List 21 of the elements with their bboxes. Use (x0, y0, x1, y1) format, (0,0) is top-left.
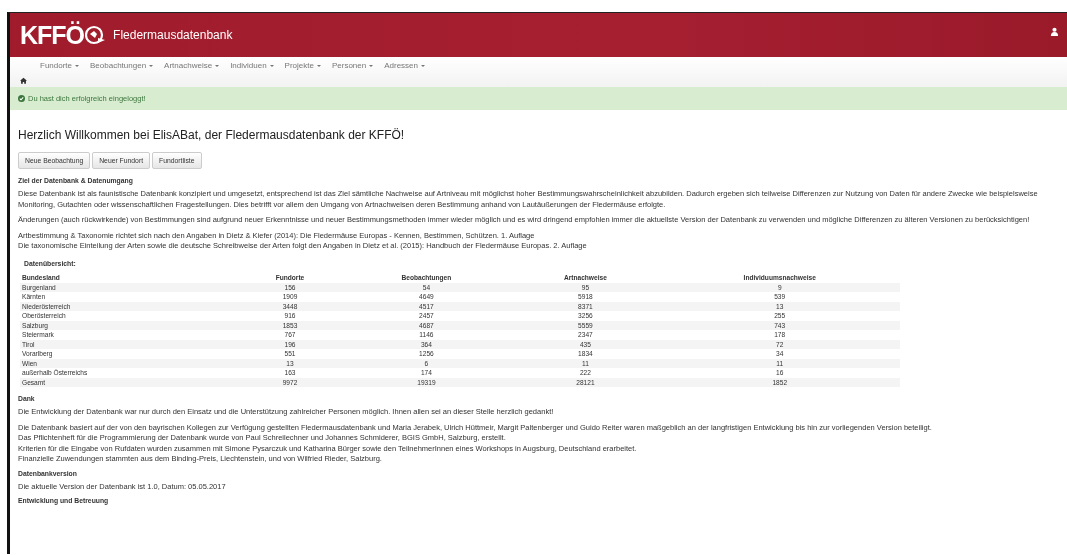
caret-icon (369, 64, 374, 67)
caret-icon (316, 64, 321, 67)
app-title: Fledermausdatenbank (113, 28, 233, 42)
check-circle-icon (18, 95, 25, 102)
home-icon[interactable] (20, 77, 27, 84)
caret-icon (149, 64, 154, 67)
user-icon[interactable] (1050, 27, 1059, 36)
nav-menu[interactable]: Adressen (384, 61, 425, 70)
nav-menu[interactable]: Personen (331, 61, 374, 70)
nav-menu[interactable]: Artnachweise (164, 61, 220, 70)
caret-icon (269, 64, 274, 67)
nav-menu[interactable]: Individuen (230, 61, 274, 70)
nav-menu[interactable]: Fundorte (40, 61, 80, 70)
logo[interactable]: KFFÖ (20, 20, 85, 50)
nav-menu[interactable]: Beobachtungen (90, 61, 154, 70)
bat-globe-icon (85, 25, 106, 45)
page-heading: Herzlich Willkommen bei ElisABat, der Fledermausdatenbank der KFFÖ! (18, 128, 406, 142)
caret-icon (215, 64, 220, 67)
nav-menu[interactable]: Projekte (284, 61, 321, 70)
caret-icon (75, 64, 80, 67)
caret-icon (421, 64, 425, 67)
